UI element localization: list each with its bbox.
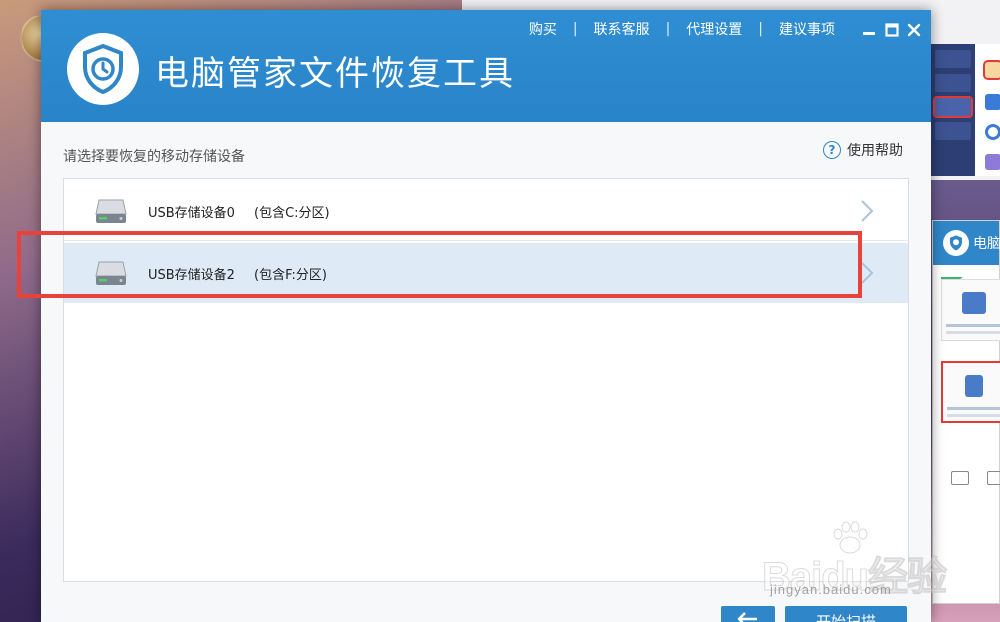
- device-select-prompt: 请选择要恢复的移动存储设备: [63, 149, 245, 165]
- device-partition: (包含F:分区): [254, 267, 327, 283]
- background-card-caption: [946, 331, 1000, 334]
- help-label: 使用帮助: [847, 143, 903, 159]
- start-scan-button[interactable]: 开始扫描: [785, 606, 907, 622]
- device-name: USB存储设备0: [148, 205, 235, 221]
- back-arrow-icon: [737, 612, 757, 622]
- background-card: [941, 279, 1000, 341]
- close-icon[interactable]: [904, 20, 924, 40]
- content-area: 请选择要恢复的移动存储设备 ? 使用帮助 USB存储设备0 (包含C:分区) U…: [41, 122, 931, 622]
- shield-icon: [943, 230, 969, 256]
- nav-proxy-settings[interactable]: 代理设置: [686, 19, 742, 39]
- shield-clock-icon: [67, 33, 139, 105]
- background-sidebar-item-highlighted: [933, 96, 973, 118]
- minimize-icon[interactable]: [859, 20, 879, 40]
- background-window-tertiary: 电脑管: [932, 220, 1000, 604]
- device-row-usb0[interactable]: USB存储设备0 (包含C:分区): [64, 181, 908, 241]
- image-icon: [951, 471, 969, 485]
- row-divider: [64, 240, 908, 241]
- main-window: 电脑管家文件恢复工具 购买 | 联系客服 | 代理设置 | 建议事项 请选择要恢…: [41, 10, 931, 622]
- device-partition: (包含C:分区): [254, 205, 330, 221]
- background-monitor-icon: [985, 154, 1000, 170]
- nav-buy[interactable]: 购买: [529, 19, 557, 39]
- background-sidebar-item: [935, 50, 971, 68]
- background-card-caption: [947, 414, 1000, 417]
- background-sidebar-item: [935, 74, 971, 92]
- file-icon: [987, 471, 1000, 485]
- back-button[interactable]: [721, 606, 775, 622]
- background-sidebar-item: [935, 122, 971, 140]
- app-title: 电脑管家文件恢复工具: [155, 54, 515, 94]
- hard-drive-icon: [95, 261, 127, 285]
- title-bar: 电脑管家文件恢复工具 购买 | 联系客服 | 代理设置 | 建议事项: [41, 10, 931, 122]
- device-list: USB存储设备0 (包含C:分区) USB存储设备2 (包含F:分区): [63, 178, 909, 582]
- nav-separator: |: [758, 21, 763, 37]
- chevron-right-icon: [861, 200, 874, 222]
- device-row-usb2[interactable]: USB存储设备2 (包含F:分区): [64, 243, 908, 303]
- background-clock-icon: [983, 60, 1000, 80]
- nav-separator: |: [665, 21, 671, 37]
- nav-contact-support[interactable]: 联系客服: [594, 19, 650, 39]
- hard-drive-icon: [95, 199, 127, 223]
- background-card-highlighted: [941, 361, 1000, 423]
- background-card-caption: [946, 324, 1000, 327]
- background-window-title: 电脑管: [973, 236, 1000, 252]
- question-circle-icon: ?: [823, 141, 841, 159]
- device-name: USB存储设备2: [148, 267, 235, 283]
- nav-separator: |: [572, 21, 578, 37]
- background-window-secondary: [930, 44, 1000, 176]
- help-link[interactable]: ? 使用帮助: [823, 140, 903, 160]
- folder-recover-icon: [962, 292, 986, 314]
- chevron-right-icon: [861, 262, 874, 284]
- usb-recover-icon: [965, 375, 983, 397]
- nav-suggestions[interactable]: 建议事项: [779, 19, 835, 39]
- background-window-header: 电脑管: [933, 221, 1000, 265]
- background-card-caption: [947, 407, 1000, 410]
- background-check-icon: [985, 94, 1000, 110]
- background-target-icon: [985, 124, 1000, 140]
- top-nav: 购买 | 联系客服 | 代理设置 | 建议事项: [529, 19, 835, 39]
- background-window-sidebar: [931, 44, 975, 176]
- maximize-icon[interactable]: [882, 20, 902, 40]
